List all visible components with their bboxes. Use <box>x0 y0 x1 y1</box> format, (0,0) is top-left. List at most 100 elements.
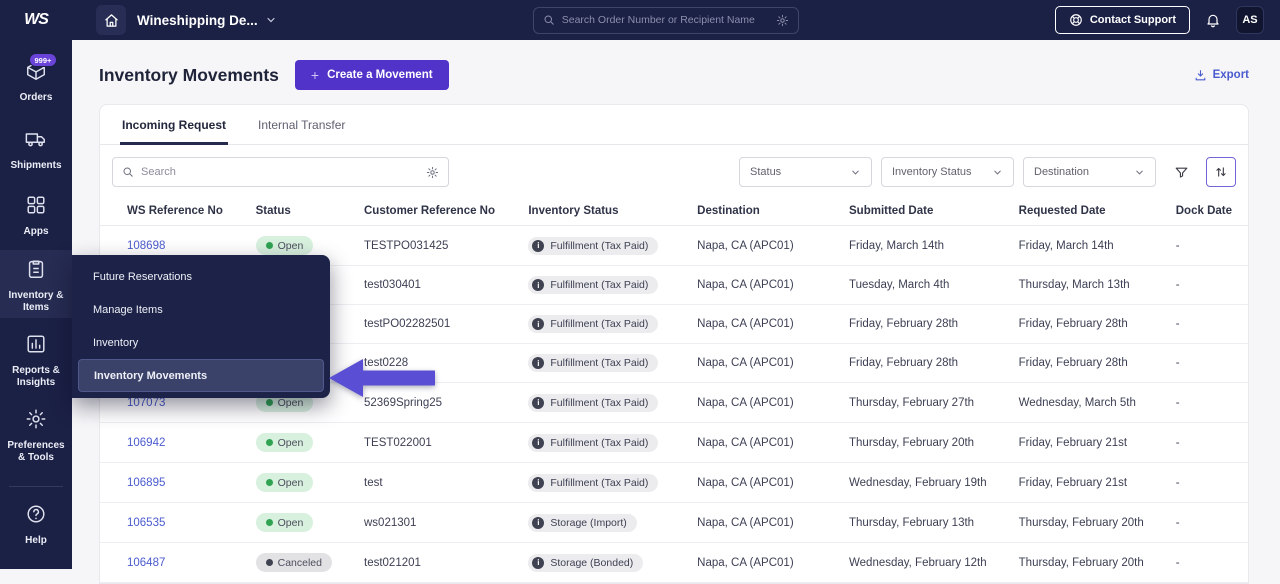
cell-customer-reference: TEST022001 <box>348 423 512 463</box>
global-search-input[interactable] <box>562 14 769 26</box>
table-row[interactable]: 106535 Open ws021301 Storage (Import) <box>100 503 1248 543</box>
ws-reference-link[interactable]: 107073 <box>127 397 165 409</box>
col-customer-reference-no: Customer Reference No <box>348 197 512 226</box>
sidebar-item-shipments[interactable]: Shipments <box>0 128 72 172</box>
inventory-status-badge: Fulfillment (Tax Paid) <box>528 354 658 372</box>
inventory-status-label: Fulfillment (Tax Paid) <box>550 318 648 330</box>
header-right: Contact Support AS <box>1055 6 1264 34</box>
status-dropdown[interactable]: Status <box>739 157 872 187</box>
plus-icon <box>311 67 319 83</box>
info-icon <box>532 477 544 489</box>
sidebar-item-label: Preferences & Tools <box>0 440 72 464</box>
inventory-status-dropdown[interactable]: Inventory Status <box>881 157 1014 187</box>
table-search-input[interactable] <box>141 166 419 178</box>
info-icon <box>532 557 544 569</box>
sidebar-item-label: Inventory & Items <box>0 290 72 314</box>
table-row[interactable]: 106895 Open test Fulfillment (Tax Paid <box>100 463 1248 503</box>
col-requested-date: Requested Date <box>1003 197 1160 226</box>
cell-inventory-status: Fulfillment (Tax Paid) <box>512 423 681 463</box>
flyout-item-manage-items[interactable]: Manage Items <box>72 293 330 326</box>
sidebar-item-label: Apps <box>0 226 72 238</box>
inventory-status-label: Fulfillment (Tax Paid) <box>550 437 648 449</box>
ws-reference-link[interactable]: 106535 <box>127 517 165 529</box>
create-movement-button[interactable]: Create a Movement <box>295 60 449 90</box>
ws-reference-link[interactable]: 106942 <box>127 437 165 449</box>
cell-inventory-status: Fulfillment (Tax Paid) <box>512 463 681 503</box>
funnel-icon <box>1174 165 1189 180</box>
sidebar: WS 999+ Orders Shipments Apps Inventory … <box>0 0 72 569</box>
info-icon <box>532 517 544 529</box>
cell-dock-date: - <box>1160 383 1248 423</box>
inventory-status-label: Fulfillment (Tax Paid) <box>550 477 648 489</box>
tab-incoming-request[interactable]: Incoming Request <box>120 105 228 145</box>
cell-ws-reference: 106487 <box>100 543 240 583</box>
user-avatar[interactable]: AS <box>1236 6 1264 34</box>
inventory-status-label: Storage (Bonded) <box>550 557 633 569</box>
cell-submitted-date: Friday, February 28th <box>833 344 1003 383</box>
status-dot-icon <box>266 479 273 486</box>
cell-requested-date: Thursday, March 13th <box>1003 266 1160 305</box>
cell-status: Canceled <box>240 543 348 583</box>
sort-button[interactable] <box>1206 157 1236 187</box>
notifications-bell-icon[interactable] <box>1205 12 1221 28</box>
inventory-status-badge: Fulfillment (Tax Paid) <box>528 276 658 294</box>
col-destination: Destination <box>681 197 833 226</box>
cell-customer-reference: test <box>348 463 512 503</box>
orders-count-badge: 999+ <box>29 53 57 67</box>
export-button[interactable]: Export <box>1194 69 1249 82</box>
info-icon <box>532 318 544 330</box>
search-settings-gear-icon[interactable] <box>426 166 439 179</box>
home-button[interactable] <box>96 5 126 35</box>
destination-dropdown[interactable]: Destination <box>1023 157 1156 187</box>
table-row[interactable]: 106487 Canceled test021201 Storage (Bo <box>100 543 1248 583</box>
page-header: Inventory Movements Create a Movement Ex… <box>99 60 1249 90</box>
flyout-item-inventory[interactable]: Inventory <box>72 326 330 359</box>
workspace-switcher[interactable]: Wineshipping De... <box>137 13 277 28</box>
cell-submitted-date: Friday, March 14th <box>833 226 1003 266</box>
cell-ws-reference: 106895 <box>100 463 240 503</box>
inventory-status-badge: Fulfillment (Tax Paid) <box>528 237 658 255</box>
sidebar-item-label: Orders <box>0 92 72 104</box>
cell-requested-date: Friday, February 28th <box>1003 305 1160 344</box>
sidebar-item-help[interactable]: Help <box>0 503 72 547</box>
sidebar-item-orders[interactable]: 999+ Orders <box>0 60 72 104</box>
flyout-item-future-reservations[interactable]: Future Reservations <box>72 260 330 293</box>
sidebar-item-reports-insights[interactable]: Reports & Insights <box>0 333 72 389</box>
cell-dock-date: - <box>1160 305 1248 344</box>
info-icon <box>532 357 544 369</box>
search-icon <box>543 14 555 26</box>
ws-reference-link[interactable]: 106487 <box>127 557 165 569</box>
create-movement-label: Create a Movement <box>327 69 432 81</box>
flyout-item-inventory-movements[interactable]: Inventory Movements <box>78 359 324 392</box>
inventory-status-dropdown-label: Inventory Status <box>892 166 972 178</box>
table-row[interactable]: 106942 Open TEST022001 Fulfillment (Ta <box>100 423 1248 463</box>
col-dock-date: Dock Date <box>1160 197 1248 226</box>
sidebar-item-inventory-items[interactable]: Inventory & Items <box>0 250 72 318</box>
contact-support-label: Contact Support <box>1090 14 1176 26</box>
page-title: Inventory Movements <box>99 65 279 86</box>
cell-requested-date: Friday, February 28th <box>1003 344 1160 383</box>
cell-status: Open <box>240 463 348 503</box>
truck-icon <box>25 128 47 150</box>
ws-logo[interactable]: WS <box>0 0 72 40</box>
search-settings-gear-icon[interactable] <box>776 14 789 27</box>
cell-requested-date: Friday, February 21st <box>1003 423 1160 463</box>
ws-reference-link[interactable]: 108698 <box>127 240 165 252</box>
clipboard-icon <box>25 258 47 280</box>
cell-requested-date: Thursday, February 20th <box>1003 503 1160 543</box>
sidebar-item-preferences-tools[interactable]: Preferences & Tools <box>0 408 72 464</box>
col-status: Status <box>240 197 348 226</box>
cell-destination: Napa, CA (APC01) <box>681 503 833 543</box>
ws-reference-link[interactable]: 106895 <box>127 477 165 489</box>
status-badge: Open <box>256 513 314 532</box>
sidebar-item-apps[interactable]: Apps <box>0 194 72 238</box>
apps-grid-icon <box>25 194 47 216</box>
info-icon <box>532 437 544 449</box>
tab-internal-transfer[interactable]: Internal Transfer <box>256 105 347 145</box>
filter-funnel-button[interactable] <box>1165 157 1197 187</box>
home-icon <box>104 13 119 28</box>
status-label: Canceled <box>278 557 322 569</box>
contact-support-button[interactable]: Contact Support <box>1055 6 1190 34</box>
sidebar-item-label: Reports & Insights <box>0 365 72 389</box>
chevron-down-icon <box>850 167 861 178</box>
